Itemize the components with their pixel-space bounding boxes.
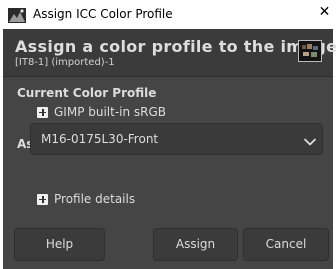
plus-expander-icon bbox=[37, 106, 48, 118]
profile-select[interactable]: M16-0175L30-Front bbox=[30, 123, 323, 155]
profile-details-expander[interactable]: Profile details bbox=[37, 191, 135, 207]
plus-expander-icon bbox=[37, 193, 48, 205]
assign-profile-dialog: Assign a color profile to the image [IT8… bbox=[3, 29, 336, 269]
cancel-button[interactable]: Cancel bbox=[243, 228, 329, 261]
selected-profile-value: M16-0175L30-Front bbox=[41, 132, 159, 146]
profile-details-label: Profile details bbox=[54, 192, 136, 206]
dialog-heading: Assign a color profile to the image bbox=[15, 37, 336, 56]
window-titlebar[interactable]: Assign ICC Color Profile ✕ bbox=[0, 0, 336, 29]
assign-button[interactable]: Assign bbox=[153, 228, 238, 261]
current-profile-heading: Current Color Profile bbox=[17, 86, 157, 100]
close-icon[interactable]: ✕ bbox=[318, 5, 331, 20]
gimp-app-icon bbox=[8, 8, 26, 23]
image-thumbnail bbox=[298, 40, 322, 62]
chevron-down-icon bbox=[303, 133, 317, 146]
current-profile-expander[interactable]: GIMP built-in sRGB bbox=[37, 104, 166, 120]
dialog-header: Assign a color profile to the image [IT8… bbox=[3, 29, 336, 77]
current-profile-name: GIMP built-in sRGB bbox=[54, 105, 167, 119]
help-button[interactable]: Help bbox=[14, 228, 105, 261]
window-title: Assign ICC Color Profile bbox=[33, 7, 173, 21]
image-name-label: [IT8-1] (imported)-1 bbox=[15, 57, 115, 68]
